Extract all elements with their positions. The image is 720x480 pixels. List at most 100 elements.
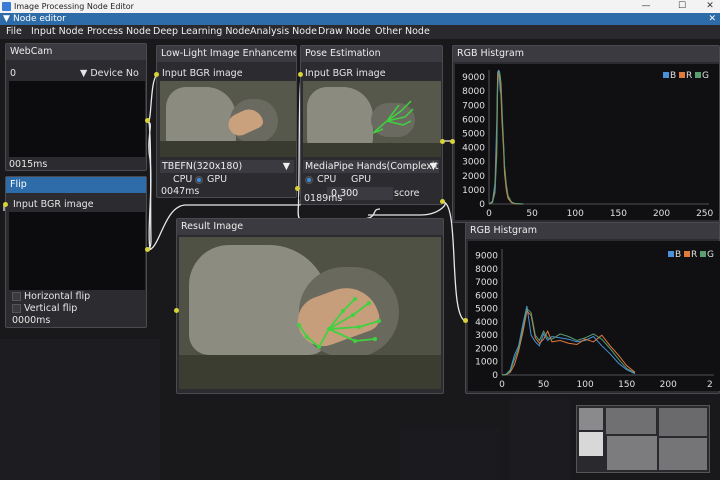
result-preview: [179, 237, 441, 389]
low-light-preview: [160, 81, 296, 157]
pose-output-port-2[interactable]: [440, 199, 445, 204]
flip-node[interactable]: Flip Input BGR image Horizontal flip Ver…: [5, 176, 147, 328]
legend-label-R: R: [686, 71, 692, 81]
collapse-icon[interactable]: ▼: [3, 13, 10, 25]
histogram-2-input-port[interactable]: [463, 318, 468, 323]
series-line-B: [501, 305, 636, 376]
close-button[interactable]: ✕: [700, 0, 720, 13]
legend-label-R: R: [691, 250, 697, 260]
webcam-node-title[interactable]: WebCam: [6, 44, 146, 60]
y-tick-label: 5000: [475, 305, 498, 315]
legend-swatch-G: [695, 72, 701, 78]
x-tick-label: 200: [660, 380, 677, 390]
x-tick-label: 50: [526, 209, 538, 219]
pose-cpu-radio[interactable]: [305, 176, 313, 184]
rgb-histogram-node-1[interactable]: RGB Histgram 0 1000 2000 3000 4000 5000 6000 70…: [452, 45, 720, 223]
legend-label-G: G: [702, 71, 709, 81]
y-tick-label: 8000: [475, 265, 498, 275]
menu-other-node[interactable]: Other Node: [375, 25, 430, 39]
legend-swatch-R: [684, 251, 690, 257]
legend-swatch-G: [700, 251, 706, 257]
device-number-label[interactable]: ▼ Device No: [80, 68, 139, 79]
pose-input-label: Input BGR image: [305, 68, 386, 79]
menu-file[interactable]: File: [6, 25, 22, 39]
score-label: score: [394, 188, 420, 199]
low-light-enhancement-node[interactable]: Low-Light Image Enhancement Input BGR im…: [156, 45, 297, 198]
histogram-2-chart: 0 1000 2000 3000 4000 5000 6000 7000 8000 9000 0 50…: [475, 249, 714, 390]
window-title: Image Processing Node Editor: [14, 2, 134, 11]
low-light-gpu-radio[interactable]: [195, 176, 203, 184]
x-tick-label: 250: [696, 209, 713, 219]
y-tick-label: 7000: [462, 101, 485, 111]
vertical-flip-label: Vertical flip: [24, 303, 78, 314]
pose-preview: [303, 81, 441, 157]
chevron-down-icon: ▼: [429, 161, 437, 172]
webcam-node[interactable]: WebCam 0 ▼ Device No 0015ms: [5, 43, 147, 171]
x-tick-label: 150: [610, 209, 627, 219]
flip-node-title[interactable]: Flip: [6, 177, 146, 193]
menu-input-node[interactable]: Input Node: [31, 25, 83, 39]
horizontal-flip-label: Horizontal flip: [24, 291, 91, 302]
low-light-input-port[interactable]: [154, 72, 159, 77]
close-editor-icon[interactable]: ✕: [708, 13, 716, 25]
node-canvas[interactable]: WebCam 0 ▼ Device No 0015ms Flip Input B…: [0, 39, 720, 480]
pose-elapsed: 0189ms: [304, 193, 343, 204]
low-light-input-label: Input BGR image: [162, 68, 243, 79]
pose-node-title[interactable]: Pose Estimation: [301, 46, 442, 62]
pose-estimation-node[interactable]: Pose Estimation Input BGR image MediaPip…: [300, 45, 443, 205]
low-light-model-value: TBEFN(320x180): [162, 161, 243, 172]
histogram-1-chart: 0 1000 2000 3000 4000 5000 6000 7000 8000 9000 0 50…: [462, 69, 714, 219]
app-icon: [2, 2, 11, 11]
low-light-node-title[interactable]: Low-Light Image Enhancement: [157, 46, 296, 62]
flip-input-label: Input BGR image: [13, 199, 94, 210]
minimap[interactable]: [576, 405, 710, 473]
pose-output-port[interactable]: [440, 139, 445, 144]
y-tick-label: 1000: [462, 186, 485, 196]
y-tick-label: 3000: [475, 331, 498, 341]
minimize-button[interactable]: —: [636, 0, 656, 13]
flip-output-port[interactable]: [145, 247, 150, 252]
menu-bar: File Input Node Process Node Deep Learni…: [0, 25, 720, 39]
menu-process-node[interactable]: Process Node: [87, 25, 151, 39]
horizontal-flip-checkbox[interactable]: [12, 292, 21, 301]
menu-draw-node[interactable]: Draw Node: [318, 25, 371, 39]
y-tick-label: 6000: [475, 291, 498, 301]
pose-model-value: MediaPipe Hands(Complexit: [305, 161, 439, 172]
webcam-output-port[interactable]: [145, 118, 150, 123]
flip-preview: [9, 212, 145, 290]
x-tick-label: 50: [538, 380, 550, 390]
y-tick-label: 9000: [462, 73, 485, 83]
result-node-title[interactable]: Result Image: [177, 219, 443, 235]
chevron-down-icon: ▼: [282, 161, 290, 172]
y-tick-label: 3000: [462, 158, 485, 168]
menu-analysis-node[interactable]: Analysis Node: [250, 25, 317, 39]
maximize-button[interactable]: ☐: [672, 0, 692, 13]
legend-label-B: B: [670, 71, 676, 81]
legend-label-B: B: [675, 250, 681, 260]
result-image-node[interactable]: Result Image: [176, 218, 444, 394]
y-tick-label: 9000: [475, 252, 498, 262]
series-line-R: [501, 310, 636, 376]
x-tick-label: 0: [499, 380, 505, 390]
flip-input-port[interactable]: [3, 202, 8, 207]
x-tick-label: 200: [653, 209, 670, 219]
webcam-elapsed: 0015ms: [9, 159, 48, 170]
histogram-1-input-port[interactable]: [450, 139, 455, 144]
pose-input-port[interactable]: [298, 72, 303, 77]
y-tick-label: 7000: [475, 278, 498, 288]
vertical-flip-checkbox[interactable]: [12, 304, 21, 313]
rgb-histogram-node-2[interactable]: RGB Histgram 0 1000 2000 3000 4000 5000 6000 70…: [465, 222, 720, 394]
low-light-model-select[interactable]: TBEFN(320x180) ▼: [160, 160, 294, 173]
y-tick-label: 2000: [475, 344, 498, 354]
low-light-gpu-label: GPU: [207, 174, 228, 185]
x-tick-label: 100: [577, 380, 594, 390]
pose-model-select[interactable]: MediaPipe Hands(Complexit ▼: [303, 160, 439, 173]
menu-deep-learning-node[interactable]: Deep Learning Node: [153, 25, 250, 39]
pose-cpu-label: CPU: [317, 174, 337, 185]
device-number-value[interactable]: 0: [10, 68, 16, 79]
y-tick-label: 8000: [462, 87, 485, 97]
y-tick-label: 0: [479, 200, 485, 210]
result-input-port[interactable]: [174, 308, 179, 313]
legend-swatch-R: [679, 72, 685, 78]
y-tick-label: 5000: [462, 129, 485, 139]
